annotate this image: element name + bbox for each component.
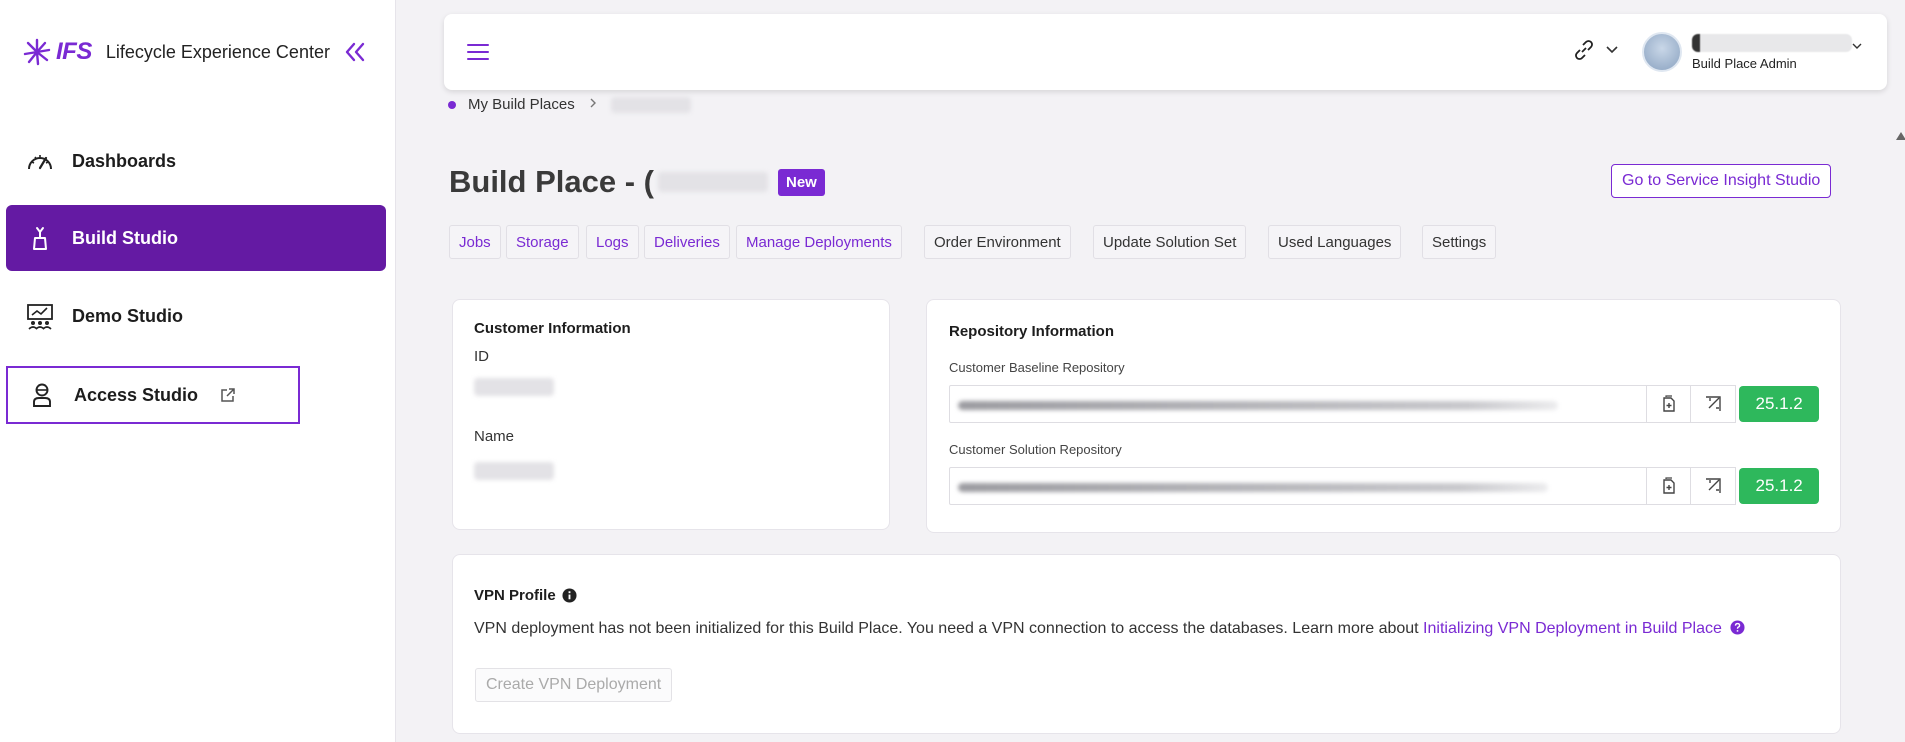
- open-solution-button[interactable]: [1691, 467, 1737, 505]
- sidebar-item-label: Build Studio: [72, 227, 178, 248]
- sidebar-item-label: Demo Studio: [72, 305, 183, 326]
- tab-manage-deployments[interactable]: Manage Deployments: [736, 225, 902, 259]
- tab-logs[interactable]: Logs: [586, 225, 639, 259]
- copy-icon: [1662, 395, 1675, 412]
- user-role: Build Place Admin: [1692, 55, 1797, 71]
- logo-text: IFS: [56, 38, 92, 65]
- repository-information-card: Repository Information Customer Baseline…: [926, 299, 1841, 533]
- id-value-redacted: [474, 378, 554, 396]
- baseline-version-badge: 25.1.2: [1739, 386, 1819, 422]
- info-icon[interactable]: [562, 588, 577, 603]
- baseline-repo-row: 25.1.2: [949, 385, 1819, 423]
- copy-icon: [1662, 477, 1675, 494]
- solution-version-badge: 25.1.2: [1739, 468, 1819, 504]
- sidebar: IFS Lifecycle Experience Center Dashboar…: [0, 0, 396, 742]
- chevron-down-icon: [1606, 46, 1618, 54]
- service-insight-studio-button[interactable]: Go to Service Insight Studio: [1611, 164, 1832, 198]
- build-place-id-redacted: [657, 172, 768, 192]
- user-shield-icon: [24, 377, 60, 413]
- app-name: Lifecycle Experience Center: [105, 41, 330, 62]
- breadcrumb-dot: [448, 100, 456, 109]
- baseline-repo-label: Customer Baseline Repository: [949, 360, 1125, 375]
- help-icon[interactable]: [1730, 620, 1745, 635]
- solution-repo-row: 25.1.2: [949, 467, 1819, 505]
- tab-order-environment[interactable]: Order Environment: [924, 225, 1071, 259]
- sidebar-item-dashboards[interactable]: Dashboards: [6, 128, 386, 194]
- solution-repo-label: Customer Solution Repository: [949, 442, 1122, 457]
- baseline-repo-url-field[interactable]: [949, 385, 1647, 423]
- top-bar: Build Place Admin: [444, 14, 1887, 90]
- tab-settings[interactable]: Settings: [1422, 225, 1497, 259]
- card-title: VPN Profile: [474, 587, 556, 604]
- open-baseline-button[interactable]: [1691, 385, 1737, 423]
- name-value-redacted: [474, 462, 554, 480]
- card-title: Repository Information: [949, 323, 1115, 340]
- links-menu[interactable]: [1572, 38, 1618, 62]
- tab-used-languages[interactable]: Used Languages: [1268, 225, 1402, 259]
- page-title-row: Build Place - ( New: [449, 164, 825, 200]
- external-link-icon: [220, 387, 236, 403]
- breadcrumb-current-redacted: [610, 96, 691, 113]
- sidebar-item-build-studio[interactable]: Build Studio: [6, 205, 386, 271]
- vpn-message-text: VPN deployment has not been initialized …: [474, 620, 1424, 637]
- tab-storage[interactable]: Storage: [506, 225, 579, 259]
- user-name-redacted: [1692, 33, 1852, 52]
- sidebar-item-access-studio[interactable]: Access Studio: [6, 366, 300, 424]
- breadcrumb: My Build Places: [448, 96, 691, 113]
- copy-solution-button[interactable]: [1646, 467, 1692, 505]
- customer-information-card: Customer Information ID Name: [452, 299, 890, 530]
- create-vpn-deployment-button[interactable]: Create VPN Deployment: [475, 668, 673, 702]
- presentation-icon: [22, 298, 58, 334]
- tab-jobs[interactable]: Jobs: [449, 225, 501, 259]
- chevron-down-icon: [1852, 43, 1862, 49]
- user-menu[interactable]: Build Place Admin: [1642, 32, 1862, 72]
- tab-deliveries[interactable]: Deliveries: [644, 225, 730, 259]
- sidebar-item-demo-studio[interactable]: Demo Studio: [6, 283, 386, 349]
- id-label: ID: [474, 348, 489, 365]
- vpn-profile-card: VPN Profile VPN deployment has not been …: [452, 554, 1841, 734]
- ifs-burst-icon: [23, 38, 51, 66]
- collapse-sidebar-button[interactable]: [340, 36, 370, 68]
- scrollbar-up-arrow[interactable]: [1896, 132, 1905, 140]
- double-chevron-left-icon: [345, 42, 365, 62]
- link-icon: [1575, 40, 1593, 60]
- avatar: [1642, 32, 1682, 72]
- copy-baseline-button[interactable]: [1646, 385, 1692, 423]
- tab-update-solution-set[interactable]: Update Solution Set: [1093, 225, 1247, 259]
- build-icon: [22, 220, 58, 256]
- chevron-right-icon: [589, 96, 597, 113]
- name-label: Name: [474, 428, 515, 445]
- sidebar-item-label: Access Studio: [74, 384, 199, 405]
- sidebar-item-label: Dashboards: [72, 150, 177, 171]
- open-external-icon: [1706, 478, 1722, 493]
- vpn-message: VPN deployment has not been initialized …: [474, 620, 1745, 638]
- card-title: Customer Information: [474, 320, 631, 337]
- solution-repo-url-field[interactable]: [949, 467, 1647, 505]
- menu-icon[interactable]: [466, 40, 490, 64]
- open-external-icon: [1706, 396, 1722, 411]
- ifs-logo[interactable]: IFS: [22, 37, 92, 67]
- gauge-icon: [22, 143, 58, 179]
- brand: IFS Lifecycle Experience Center: [22, 36, 330, 68]
- page-title: Build Place - (: [449, 164, 654, 199]
- vpn-docs-link[interactable]: Initializing VPN Deployment in Build Pla…: [1423, 620, 1722, 637]
- breadcrumb-my-build-places[interactable]: My Build Places: [468, 96, 575, 113]
- status-badge: New: [777, 168, 825, 196]
